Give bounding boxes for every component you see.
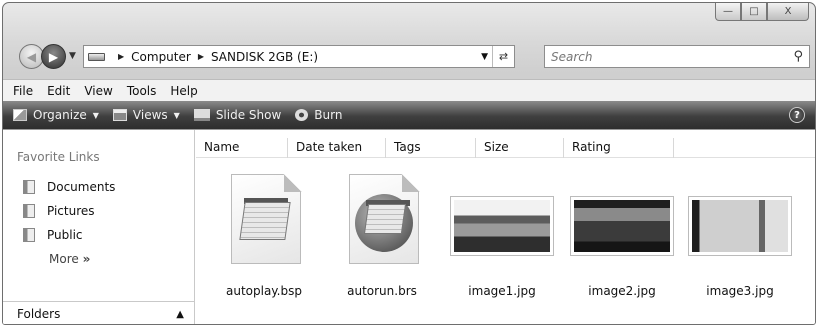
minimize-button[interactable]: — — [715, 3, 741, 21]
caption-buttons: — □ X — [715, 3, 809, 21]
file-name: autorun.brs — [347, 284, 417, 298]
organize-label: Organize — [33, 108, 87, 122]
documents-icon — [23, 180, 35, 194]
command-bar: Organize ▼ Views ▼ Slide Show Burn ? — [3, 101, 815, 129]
folders-label: Folders — [17, 307, 61, 321]
search-icon[interactable]: ⚲ — [793, 49, 803, 64]
refresh-icon[interactable]: ⇄ — [492, 46, 514, 67]
favorite-public-label: Public — [47, 228, 83, 242]
menu-help[interactable]: Help — [170, 84, 197, 98]
search-placeholder: Search — [551, 49, 593, 64]
burn-label: Burn — [314, 108, 343, 122]
menu-view[interactable]: View — [84, 84, 112, 98]
chevron-down-icon: ▼ — [92, 110, 99, 120]
menu-bar: File Edit View Tools Help — [3, 79, 815, 101]
chevron-right-icon[interactable]: ▶ — [118, 52, 124, 61]
views-icon — [112, 109, 127, 121]
file-name: image1.jpg — [468, 284, 536, 298]
organize-button[interactable]: Organize ▼ — [13, 108, 99, 122]
help-icon[interactable]: ? — [789, 107, 805, 123]
favorite-documents[interactable]: Documents — [23, 180, 115, 194]
favorite-pictures[interactable]: Pictures — [23, 204, 95, 218]
slideshow-label: Slide Show — [215, 108, 282, 122]
organize-icon — [13, 109, 27, 121]
file-name: autoplay.bsp — [225, 284, 302, 298]
back-arrow-icon: ◀ — [26, 49, 37, 64]
image-thumbnail — [570, 196, 674, 256]
file-name: image2.jpg — [588, 284, 656, 298]
more-links-button[interactable]: More » — [49, 252, 90, 266]
search-input[interactable]: Search ⚲ — [544, 45, 810, 68]
drive-icon — [88, 52, 105, 61]
column-headers: Name Date taken Tags Size Rating — [196, 138, 815, 158]
notepad-decoration — [239, 202, 291, 240]
recent-pages-dropdown[interactable]: ▼ — [69, 51, 76, 61]
double-chevron-right-icon: » — [82, 252, 91, 266]
public-folder-icon — [23, 228, 35, 242]
burn-button[interactable]: Burn — [295, 108, 342, 122]
image-thumbnail — [450, 196, 554, 256]
column-rating[interactable]: Rating — [564, 138, 674, 158]
page-fold-decoration — [284, 174, 302, 192]
address-dropdown-icon[interactable]: ▼ — [481, 52, 488, 62]
column-date-taken[interactable]: Date taken — [288, 138, 386, 158]
chevron-up-icon: ▲ — [176, 308, 184, 320]
content-area: Favorite Links Documents Pictures Public… — [3, 129, 815, 324]
forward-button[interactable]: ▶ — [41, 44, 66, 69]
views-label: Views — [132, 108, 168, 122]
views-button[interactable]: Views ▼ — [112, 108, 180, 122]
address-bar[interactable]: ▶ Computer ▶ SANDISK 2GB (E:) ▼ ⇄ — [83, 45, 515, 68]
column-tags[interactable]: Tags — [386, 138, 476, 158]
forward-arrow-icon: ▶ — [48, 49, 59, 64]
burn-disc-icon — [295, 109, 309, 121]
menu-edit[interactable]: Edit — [47, 84, 70, 98]
image-thumbnail — [688, 196, 792, 256]
menu-file[interactable]: File — [13, 84, 33, 98]
maximize-button[interactable]: □ — [741, 3, 767, 21]
explorer-window: — □ X ◀ ▶ ▼ ▶ Computer ▶ SANDISK 2GB (E:… — [2, 2, 816, 325]
favorite-public[interactable]: Public — [23, 228, 83, 242]
column-size[interactable]: Size — [476, 138, 564, 158]
favorite-documents-label: Documents — [47, 180, 116, 194]
pictures-icon — [23, 204, 35, 218]
slideshow-icon — [193, 109, 210, 121]
more-label: More — [49, 252, 79, 266]
navigation-row: ◀ ▶ ▼ ▶ Computer ▶ SANDISK 2GB (E:) ▼ ⇄ … — [3, 41, 815, 73]
chevron-down-icon: ▼ — [173, 110, 180, 120]
close-button[interactable]: X — [767, 3, 809, 21]
chevron-right-icon[interactable]: ▶ — [198, 52, 204, 61]
breadcrumb-drive[interactable]: SANDISK 2GB (E:) — [211, 50, 318, 64]
notepad-decoration — [363, 204, 407, 234]
folders-toggle[interactable]: Folders ▲ — [3, 301, 194, 324]
column-name[interactable]: Name — [196, 138, 288, 158]
breadcrumb-computer[interactable]: Computer — [131, 50, 191, 64]
navigation-pane: Favorite Links Documents Pictures Public… — [3, 130, 195, 324]
file-list-pane: Name Date taken Tags Size Rating autopla… — [196, 130, 815, 324]
slideshow-button[interactable]: Slide Show — [193, 108, 282, 122]
favorite-pictures-label: Pictures — [47, 204, 95, 218]
menu-tools[interactable]: Tools — [127, 84, 157, 98]
page-fold-decoration — [402, 174, 420, 192]
file-name: image3.jpg — [706, 284, 774, 298]
favorite-links-heading: Favorite Links — [17, 150, 100, 164]
